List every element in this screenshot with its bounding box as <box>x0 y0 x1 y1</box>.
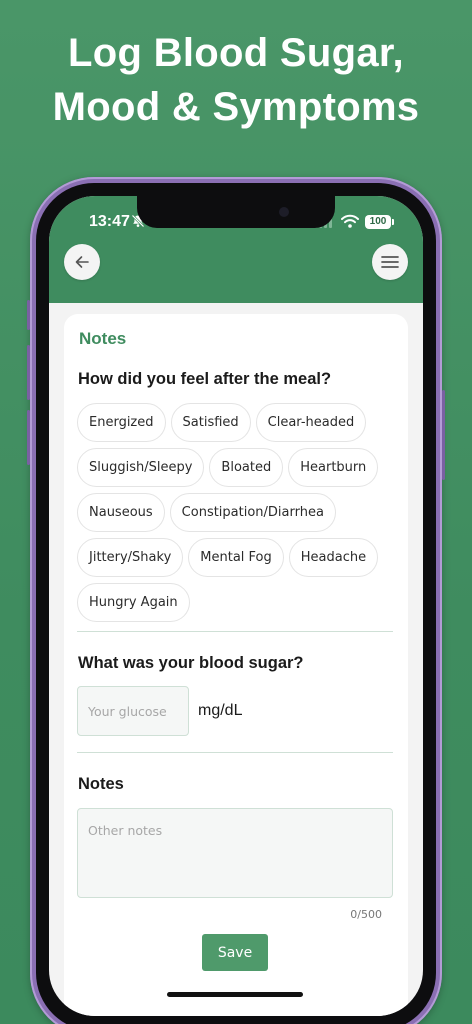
wifi-icon <box>341 214 359 228</box>
feelings-chip-group: Energized Satisfied Clear-headed Sluggis… <box>77 403 397 622</box>
phone-volume-up-button <box>27 345 30 400</box>
feeling-chip[interactable]: Heartburn <box>288 448 379 487</box>
arrow-left-icon <box>75 256 89 268</box>
feeling-chip[interactable]: Sluggish/Sleepy <box>77 448 205 487</box>
feelings-question: How did you feel after the meal? <box>78 370 332 388</box>
phone-screen: 13:47 100 Notes How did you feel after t… <box>49 196 423 1016</box>
character-counter: 0/500 <box>350 908 382 921</box>
battery-icon: 100 <box>365 215 391 229</box>
notes-label: Notes <box>78 775 124 793</box>
feeling-chip[interactable]: Hungry Again <box>77 583 190 622</box>
glucose-question: What was your blood sugar? <box>78 654 304 672</box>
back-button[interactable] <box>64 244 100 280</box>
save-button[interactable]: Save <box>202 934 268 971</box>
phone-notch <box>137 196 335 228</box>
feeling-chip[interactable]: Nauseous <box>77 493 165 532</box>
status-time: 13:47 <box>89 213 130 230</box>
feeling-chip[interactable]: Jittery/Shaky <box>77 538 184 577</box>
section-title: Notes <box>79 329 127 348</box>
feeling-chip[interactable]: Energized <box>77 403 166 442</box>
glucose-unit: mg/dL <box>198 702 243 719</box>
promo-headline-line-2: Mood & Symptoms <box>52 85 420 129</box>
phone-volume-down-button <box>27 410 30 465</box>
glucose-input[interactable] <box>77 686 189 736</box>
home-indicator <box>167 992 303 997</box>
hamburger-menu-icon <box>381 256 399 268</box>
divider <box>77 752 393 753</box>
phone-power-button <box>442 390 445 480</box>
feeling-chip[interactable]: Bloated <box>209 448 284 487</box>
camera-dot <box>279 207 289 217</box>
battery-tip <box>392 219 394 225</box>
notes-form-card: Notes How did you feel after the meal? E… <box>64 314 408 1016</box>
feeling-chip[interactable]: Headache <box>288 538 379 577</box>
promo-headline: Log Blood Sugar, Mood & Symptoms <box>0 26 472 134</box>
menu-button[interactable] <box>372 244 408 280</box>
promo-headline-line-1: Log Blood Sugar, <box>68 31 404 75</box>
feeling-chip[interactable]: Clear-headed <box>255 403 367 442</box>
feeling-chip[interactable]: Mental Fog <box>188 538 284 577</box>
phone-side-button <box>27 300 30 330</box>
feeling-chip[interactable]: Constipation/Diarrhea <box>169 493 336 532</box>
divider <box>77 631 393 632</box>
notes-textarea[interactable] <box>77 808 393 898</box>
feeling-chip[interactable]: Satisfied <box>170 403 251 442</box>
